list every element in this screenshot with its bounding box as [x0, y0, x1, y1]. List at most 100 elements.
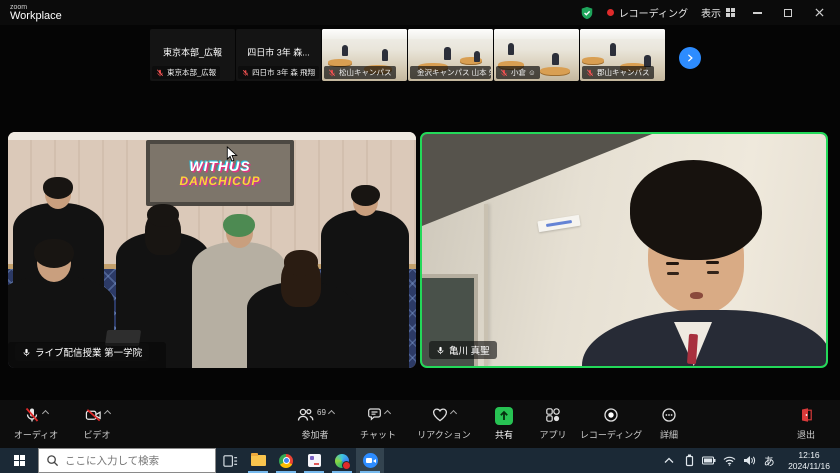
apps-button[interactable]: アプリ — [532, 400, 574, 448]
participant-name-tag: 東京本部_広報 — [152, 66, 220, 79]
security-shield-icon[interactable] — [580, 6, 594, 20]
notes-app-icon — [308, 454, 321, 467]
chevron-up-icon[interactable] — [103, 410, 110, 417]
thumbnail-yokkaichi[interactable]: 四日市 3年 森... 四日市 3年 森 飛翔 — [236, 29, 321, 81]
tray-usb-device[interactable] — [682, 448, 696, 473]
search-input[interactable] — [39, 449, 215, 472]
system-tray: あ 12:16 2024/11/16 — [662, 448, 840, 473]
person-mouth — [690, 292, 703, 299]
participant-name-text: 郡山キャンパス — [597, 67, 650, 78]
thumbnail-tokyo-honbu[interactable]: 東京本部_広報 東京本部_広報 — [150, 29, 235, 81]
taskbar-notes-app[interactable] — [300, 448, 328, 473]
tray-battery[interactable] — [702, 448, 716, 473]
minimize-button[interactable] — [748, 4, 766, 22]
maximize-icon — [784, 9, 792, 17]
participants-count-badge: 69 — [317, 408, 326, 417]
search-icon — [46, 454, 59, 467]
tray-wifi[interactable] — [722, 448, 736, 473]
app-notification-icon — [335, 454, 349, 468]
start-button[interactable] — [0, 448, 38, 473]
participant-name-text: 四日市 3年 森 飛翔 — [252, 67, 315, 78]
maximize-button[interactable] — [779, 4, 797, 22]
record-button[interactable]: レコーディング — [578, 400, 644, 448]
mic-muted-icon — [24, 407, 40, 423]
taskbar-search[interactable] — [38, 448, 216, 473]
tray-volume[interactable] — [742, 448, 756, 473]
video-name-text: 亀川 真聖 — [449, 343, 490, 357]
video-button-label: ビデオ — [83, 428, 110, 441]
participant-name-tag: 金沢キャンパス 山本 栄子 — [410, 66, 491, 79]
folder-icon — [251, 455, 266, 466]
task-view-button[interactable] — [216, 448, 244, 473]
chevron-up-icon[interactable] — [42, 410, 49, 417]
next-page-button[interactable] — [679, 47, 701, 69]
ime-indicator[interactable]: あ — [762, 448, 776, 473]
heart-icon — [432, 407, 448, 423]
chat-button[interactable]: チャット — [352, 400, 404, 448]
video-name-tag: ライブ配信授業 第一学院 — [15, 343, 149, 361]
zoom-app-icon — [363, 453, 378, 468]
studio-monitor: WITHUS DANCHICUP — [146, 140, 294, 206]
zoom-meeting-window: zoom Workplace レコーディング 表示 — [0, 0, 840, 473]
taskbar-file-explorer[interactable] — [244, 448, 272, 473]
view-button-label: 表示 — [701, 5, 721, 20]
view-button[interactable]: 表示 — [701, 5, 735, 20]
close-button[interactable] — [810, 4, 828, 22]
windows-logo-icon — [14, 455, 25, 466]
person-hair — [630, 160, 762, 260]
participant-display-name: 四日市 3年 森... — [236, 46, 321, 59]
thumbnail-kanazawa[interactable]: 金沢キャンパス 山本 栄子 — [408, 29, 493, 81]
person-silhouette — [270, 254, 332, 368]
leave-door-icon — [798, 407, 814, 423]
chat-icon — [366, 407, 382, 423]
clock-time: 12:16 — [798, 450, 819, 461]
taskbar-chrome[interactable] — [272, 448, 300, 473]
reactions-button[interactable]: リアクション — [412, 400, 476, 448]
share-screen-icon — [495, 407, 513, 425]
video-tile-studio[interactable]: WITHUS DANCHICUP ライブ配信授業 第一学 — [8, 132, 416, 368]
audio-button-label: オーディオ — [14, 428, 58, 441]
participant-thumbnail-strip: 東京本部_広報 東京本部_広報 四日市 3年 森... 四日市 3年 森 飛翔 — [150, 29, 662, 81]
chevron-right-icon — [685, 53, 695, 63]
meeting-toolbar: オーディオ ビデオ 69 参加者 チャット — [0, 400, 840, 448]
leave-button-label: 退出 — [797, 428, 815, 441]
mic-muted-icon — [328, 69, 336, 77]
tray-expand-button[interactable] — [662, 448, 676, 473]
video-button[interactable]: ビデオ — [72, 400, 122, 448]
taskbar-clock[interactable]: 12:16 2024/11/16 — [782, 450, 836, 471]
thumbnail-kokura[interactable]: 小倉 ☺ — [494, 29, 579, 81]
audio-button[interactable]: オーディオ — [8, 400, 64, 448]
record-button-label: レコーディング — [580, 428, 642, 441]
leave-button[interactable]: 退出 — [784, 400, 828, 448]
apps-button-label: アプリ — [539, 428, 566, 441]
more-ellipsis-icon — [661, 407, 677, 423]
taskbar-app-with-badge[interactable] — [328, 448, 356, 473]
video-name-tag: 亀川 真聖 — [429, 341, 497, 359]
more-button[interactable]: 詳細 — [648, 400, 690, 448]
chevron-up-icon[interactable] — [328, 410, 335, 417]
video-tile-active-speaker[interactable]: 亀川 真聖 — [420, 132, 828, 368]
participant-name-tag: 松山キャンパス — [324, 66, 396, 79]
mic-muted-icon — [156, 69, 164, 77]
participants-button[interactable]: 69 参加者 — [286, 400, 344, 448]
taskbar-zoom-app[interactable] — [356, 448, 384, 473]
record-icon — [603, 407, 619, 423]
titlebar: zoom Workplace レコーディング 表示 — [0, 0, 840, 25]
person-eyebrow — [666, 262, 679, 265]
person-eye — [667, 272, 679, 275]
mic-on-icon — [22, 348, 31, 357]
close-icon — [815, 8, 824, 17]
chevron-up-icon[interactable] — [450, 410, 457, 417]
person-eyebrow — [706, 261, 719, 264]
thumbnail-matsuyama[interactable]: 松山キャンパス — [322, 29, 407, 81]
thumbnail-koriyama[interactable]: 郡山キャンパス — [580, 29, 665, 81]
view-grid-icon — [726, 8, 735, 17]
app-logo-workplace: Workplace — [10, 11, 62, 22]
video-name-text: ライブ配信授業 第一学院 — [35, 345, 142, 359]
mic-muted-icon — [500, 69, 508, 77]
share-screen-button[interactable]: 共有 — [482, 400, 526, 448]
chevron-up-icon[interactable] — [384, 410, 391, 417]
wifi-icon — [723, 456, 736, 466]
recording-label: レコーディング — [619, 5, 688, 20]
participants-icon — [296, 407, 314, 423]
